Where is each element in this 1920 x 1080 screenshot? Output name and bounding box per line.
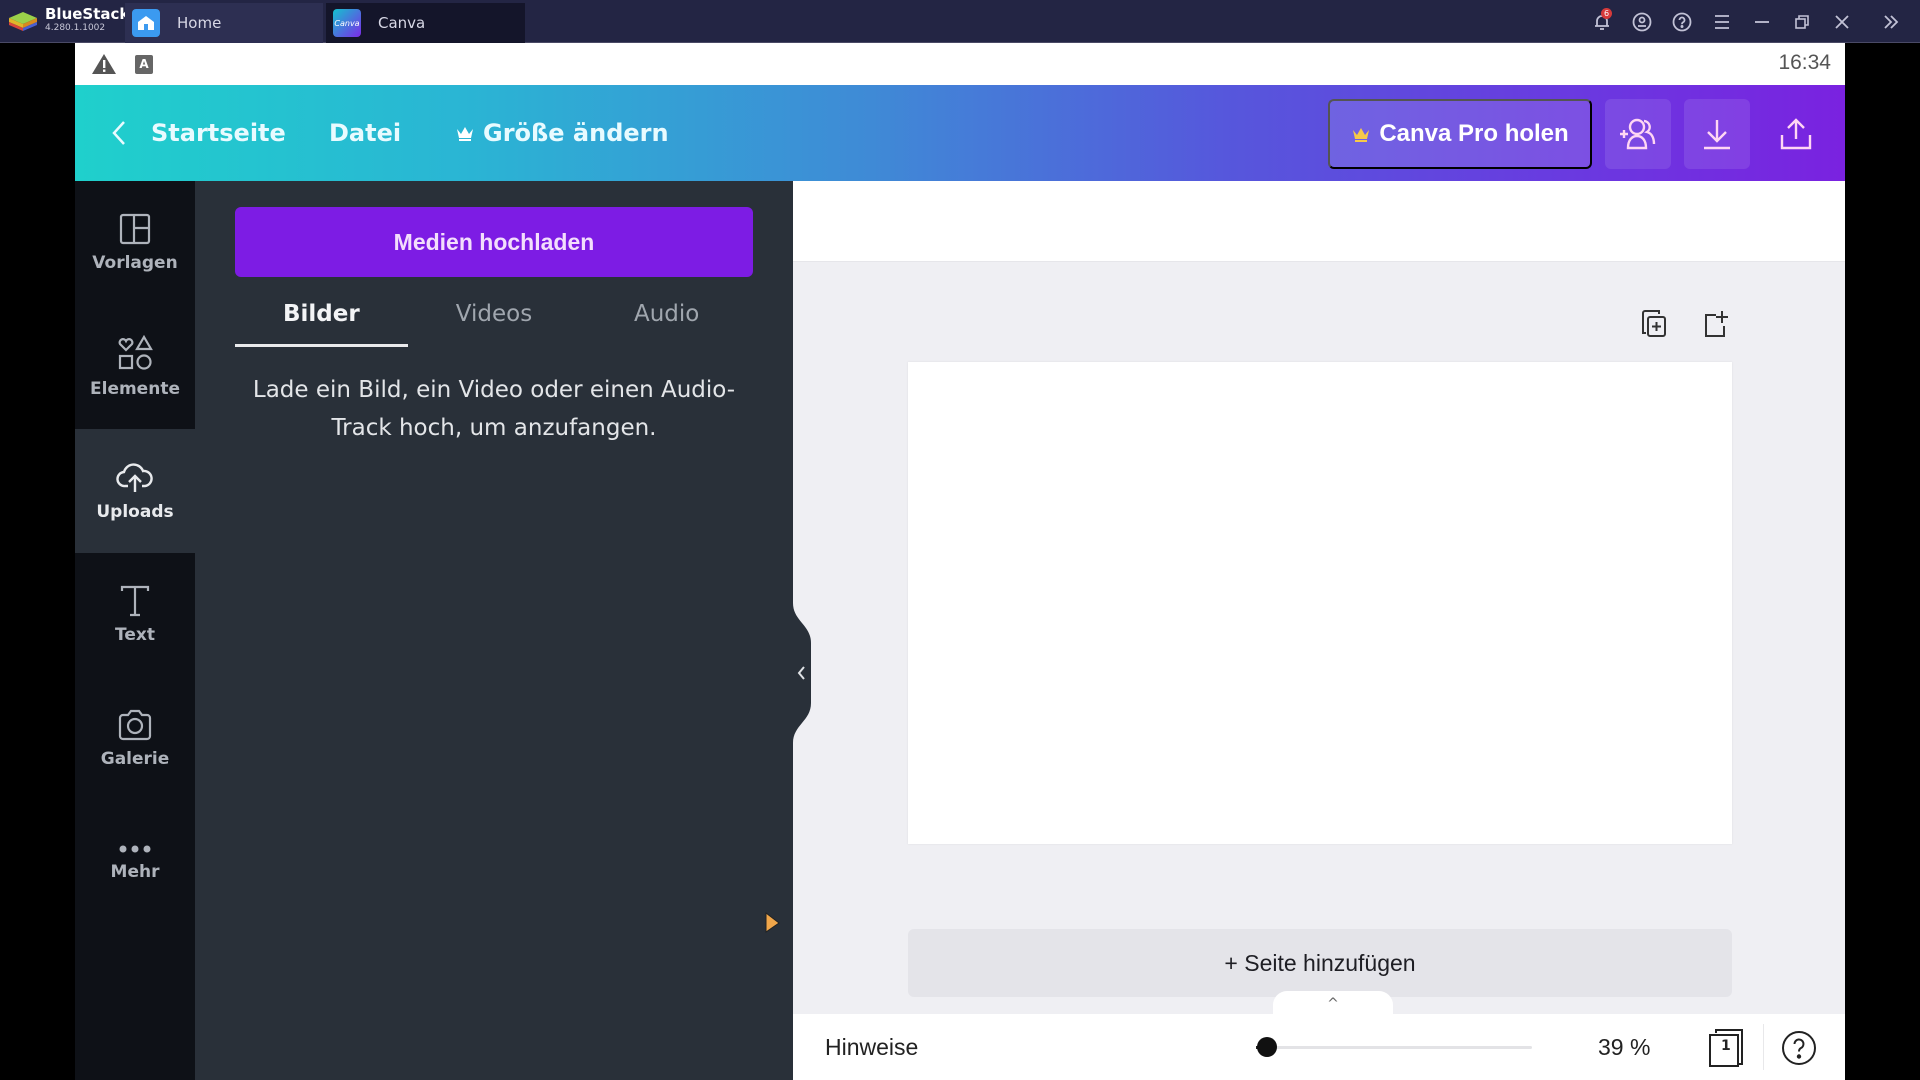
- empty-uploads-message: Lade ein Bild, ein Video oder einen Audi…: [252, 377, 736, 441]
- expand-sidebar-button[interactable]: [1862, 0, 1920, 43]
- sidebar-item-more[interactable]: Mehr: [75, 801, 195, 925]
- back-to-home-button[interactable]: Startseite: [111, 85, 286, 181]
- download-icon: [1704, 120, 1730, 150]
- editor-header: Startseite Datei Größe ändern Canva Pro …: [75, 85, 1845, 181]
- publish-button[interactable]: [1763, 99, 1829, 169]
- text-icon: [120, 585, 150, 617]
- hints-button[interactable]: Hinweise: [825, 1014, 918, 1080]
- sidebar-item-text[interactable]: Text: [75, 553, 195, 677]
- sidebar-label: Mehr: [110, 862, 160, 882]
- sidebar-item-gallery[interactable]: Galerie: [75, 677, 195, 801]
- templates-icon: [119, 213, 151, 245]
- zoom-slider-thumb[interactable]: [1257, 1037, 1278, 1057]
- sidebar-label: Vorlagen: [92, 253, 178, 273]
- android-status-bar: A 16:34: [75, 43, 1845, 85]
- crown-icon: [457, 127, 473, 141]
- footer-divider: [1763, 1024, 1764, 1070]
- share-button[interactable]: [1605, 99, 1671, 169]
- restore-button[interactable]: [1782, 0, 1822, 43]
- get-canva-pro-button[interactable]: Canva Pro holen: [1328, 99, 1592, 169]
- menu-icon: [1715, 14, 1729, 29]
- zoom-slider[interactable]: [1256, 1037, 1532, 1057]
- keyboard-a-icon: A: [135, 55, 153, 74]
- sidebar-item-elements[interactable]: Elemente: [75, 305, 195, 429]
- tab-home[interactable]: Home: [125, 3, 323, 43]
- media-type-tabs: Bilder Videos Audio: [235, 291, 753, 347]
- sidebar-label: Galerie: [100, 749, 170, 769]
- sidebar-label: Text: [115, 625, 155, 645]
- close-button[interactable]: [1822, 0, 1862, 43]
- tab-images[interactable]: Bilder: [235, 291, 408, 347]
- uploads-panel: Medien hochladen Bilder Videos Audio Lad…: [195, 181, 793, 1080]
- add-page-icon[interactable]: [1702, 309, 1730, 339]
- account-icon: [1632, 12, 1652, 31]
- help-button[interactable]: [1781, 1030, 1817, 1070]
- chevron-up-icon: ^: [1327, 996, 1339, 1012]
- sidebar-label: Uploads: [96, 502, 174, 522]
- minimize-button[interactable]: [1742, 0, 1782, 43]
- mouse-cursor-icon: [765, 912, 780, 933]
- notification-badge: 6: [1601, 8, 1612, 19]
- camera-icon: [118, 709, 152, 741]
- close-icon: [1835, 14, 1849, 29]
- account-button[interactable]: [1622, 0, 1662, 43]
- download-button[interactable]: [1684, 99, 1750, 169]
- collapse-panel-button[interactable]: [793, 603, 813, 743]
- sidebar: Vorlagen Elemente Uploads Text Galerie M…: [75, 181, 195, 1080]
- help-icon: [1672, 12, 1692, 31]
- notifications-button[interactable]: 6: [1582, 0, 1622, 43]
- design-page[interactable]: [908, 362, 1732, 844]
- canvas-workspace: + Seite hinzufügen ^: [793, 181, 1845, 1080]
- chevron-left-icon: [112, 121, 125, 145]
- page-tools: [1640, 309, 1730, 339]
- file-label: Datei: [329, 119, 402, 147]
- zoom-percent: 39 %: [1598, 1034, 1651, 1060]
- editor-footer: Hinweise 39 % 1: [793, 1014, 1845, 1080]
- sidebar-label: Elemente: [90, 379, 180, 399]
- android-screen: A 16:34 Startseite Datei Größe ändern Ca…: [75, 43, 1845, 1080]
- elements-icon: [118, 335, 153, 370]
- expand-sidebar-icon: [1884, 14, 1899, 29]
- tab-videos[interactable]: Videos: [408, 291, 581, 347]
- sidebar-item-uploads[interactable]: Uploads: [75, 429, 195, 553]
- bluestacks-logo-icon: [9, 12, 37, 31]
- sidebar-item-templates[interactable]: Vorlagen: [75, 181, 195, 305]
- add-page-button[interactable]: + Seite hinzufügen: [908, 929, 1732, 997]
- tab-audio[interactable]: Audio: [580, 291, 753, 347]
- menu-button[interactable]: [1702, 0, 1742, 43]
- page-count: 1: [1721, 1038, 1731, 1054]
- cloud-upload-icon: [116, 463, 153, 492]
- status-clock: 16:34: [1778, 51, 1831, 74]
- canvas-top-strip: [793, 181, 1845, 262]
- tab-canva[interactable]: Canva Canva: [326, 3, 525, 43]
- emulator-title-bar: BlueStacks 4.280.1.1002 Home Canva Canva…: [0, 0, 1920, 43]
- resize-button[interactable]: Größe ändern: [455, 85, 669, 181]
- canva-logo-icon: Canva: [333, 9, 361, 37]
- tab-home-label: Home: [177, 14, 222, 32]
- back-label: Startseite: [151, 119, 286, 147]
- restore-icon: [1795, 14, 1809, 29]
- publish-upload-icon: [1780, 118, 1812, 150]
- help-button[interactable]: [1662, 0, 1702, 43]
- warning-icon: [92, 54, 116, 74]
- help-circle-icon: [1782, 1031, 1816, 1065]
- more-dots-icon: [119, 845, 151, 853]
- duplicate-page-icon[interactable]: [1640, 309, 1668, 339]
- crown-icon: [1353, 128, 1370, 142]
- home-icon: [132, 9, 160, 37]
- file-menu-button[interactable]: Datei: [329, 85, 401, 181]
- upload-media-button[interactable]: Medien hochladen: [235, 207, 753, 277]
- expand-pages-button[interactable]: ^: [1273, 991, 1393, 1015]
- page-count-button[interactable]: 1: [1707, 1028, 1745, 1072]
- tab-canva-label: Canva: [378, 14, 426, 32]
- resize-label: Größe ändern: [483, 119, 669, 147]
- share-people-icon: [1620, 118, 1656, 150]
- pro-label: Canva Pro holen: [1379, 120, 1569, 147]
- minimize-icon: [1755, 20, 1769, 23]
